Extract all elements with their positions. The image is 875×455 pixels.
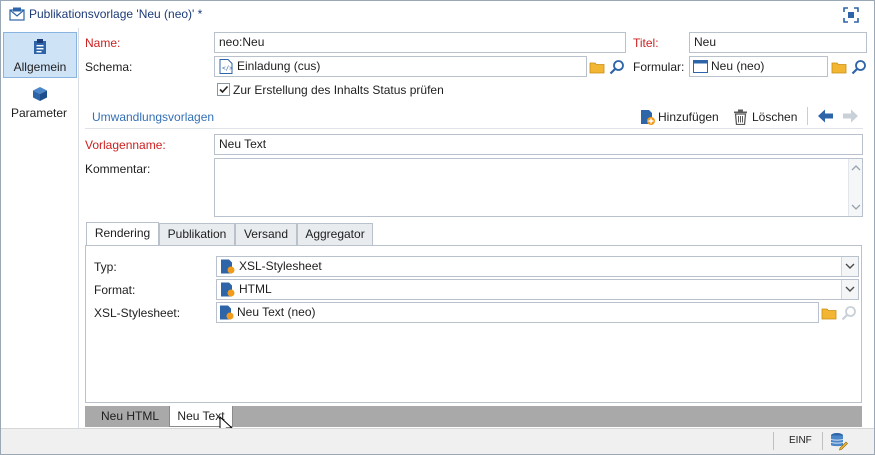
folder-icon[interactable]: [821, 305, 837, 321]
add-template-icon: [639, 109, 655, 125]
rendering-panel: Typ: XSL-Stylesheet Format: HTML XSL-Sty…: [85, 245, 862, 403]
comment-textarea[interactable]: [214, 158, 863, 217]
section-title: Umwandlungsvorlagen: [92, 110, 215, 124]
clipboard-icon: [33, 39, 47, 55]
arrow-right-icon[interactable]: [842, 108, 859, 124]
html-icon: [220, 282, 235, 297]
window-title: Publikationsvorlage 'Neu (neo)' *: [29, 7, 203, 21]
comment-scrollbar[interactable]: [848, 159, 862, 216]
comment-label: Kommentar:: [85, 162, 151, 176]
publication-template-window: Publikationsvorlage 'Neu (neo)' * Allgem…: [0, 0, 875, 455]
format-value: HTML: [239, 282, 272, 296]
trash-icon: [733, 109, 748, 126]
xsl-stylesheet-label: XSL-Stylesheet:: [94, 306, 181, 320]
scroll-up-icon[interactable]: [849, 163, 863, 173]
chevron-down-icon[interactable]: [841, 257, 858, 276]
title-label: Titel:: [633, 36, 659, 50]
search-icon[interactable]: [841, 305, 857, 321]
folder-icon[interactable]: [589, 59, 605, 75]
arrow-left-icon[interactable]: [817, 108, 834, 124]
status-bar: EINF: [1, 428, 874, 454]
format-select[interactable]: HTML: [216, 279, 859, 300]
type-label: Typ:: [94, 260, 117, 274]
status-checkbox-label[interactable]: Zur Erstellung des Inhalts Status prüfen: [233, 83, 444, 97]
sidebar: Allgemein Parameter: [1, 28, 79, 428]
tab-publikation[interactable]: Publikation: [159, 223, 235, 246]
input-mode: EINF: [789, 435, 812, 446]
title-field[interactable]: Neu: [689, 32, 867, 53]
svg-text:</>: </>: [222, 65, 233, 72]
toolbar-separator: [807, 107, 808, 125]
database-icon[interactable]: [830, 432, 848, 451]
name-field[interactable]: neo:Neu: [214, 32, 626, 53]
add-button[interactable]: Hinzufügen: [639, 107, 723, 127]
type-value: XSL-Stylesheet: [239, 259, 322, 273]
status-checkbox[interactable]: [217, 83, 230, 96]
xsl-stylesheet-value: Neu Text (neo): [237, 305, 316, 319]
xsl-icon: [220, 259, 235, 274]
delete-button[interactable]: Löschen: [733, 107, 801, 127]
tab-aggregator[interactable]: Aggregator: [297, 223, 373, 246]
title-bar: Publikationsvorlage 'Neu (neo)' *: [1, 1, 874, 28]
template-tabs: Neu HTML Neu Text: [85, 406, 862, 427]
sidebar-item-parameter[interactable]: Parameter: [3, 82, 77, 122]
scroll-down-icon[interactable]: [849, 202, 863, 212]
maximize-icon[interactable]: [842, 6, 860, 24]
formular-label: Formular:: [633, 60, 685, 74]
conversion-templates-header: Umwandlungsvorlagen Hinzufügen Löschen: [85, 104, 863, 129]
type-select[interactable]: XSL-Stylesheet: [216, 256, 859, 277]
schema-field[interactable]: </> Einladung (cus): [214, 56, 587, 77]
template-name-label: Vorlagenname:: [85, 138, 166, 152]
format-label: Format:: [94, 283, 136, 297]
add-button-label: Hinzufügen: [658, 110, 719, 124]
envelope-icon: [9, 7, 25, 21]
form-window-icon: [693, 60, 708, 73]
xsl-stylesheet-field[interactable]: Neu Text (neo): [216, 302, 819, 323]
template-name-field[interactable]: Neu Text: [214, 134, 863, 155]
template-tab-neu-html[interactable]: Neu HTML: [91, 406, 169, 427]
schema-label: Schema:: [85, 60, 133, 74]
schema-icon: </>: [219, 59, 233, 74]
formular-value: Neu (neo): [711, 59, 765, 73]
status-separator: [773, 432, 774, 450]
name-label: Name:: [85, 36, 121, 50]
formular-field[interactable]: Neu (neo): [689, 56, 828, 77]
search-icon[interactable]: [851, 59, 867, 75]
status-separator: [822, 432, 823, 450]
cube-icon: [32, 86, 48, 102]
chevron-down-icon[interactable]: [841, 280, 858, 299]
stylesheet-icon: [219, 305, 234, 320]
search-icon[interactable]: [609, 59, 625, 75]
sidebar-item-label: Parameter: [10, 106, 68, 120]
tab-versand[interactable]: Versand: [235, 223, 297, 246]
schema-value: Einladung (cus): [237, 59, 321, 73]
tab-rendering[interactable]: Rendering: [86, 222, 159, 246]
delete-button-label: Löschen: [752, 110, 798, 124]
sidebar-item-allgemein[interactable]: Allgemein: [3, 32, 77, 78]
folder-icon[interactable]: [831, 59, 847, 75]
sidebar-item-label: Allgemein: [13, 60, 67, 74]
